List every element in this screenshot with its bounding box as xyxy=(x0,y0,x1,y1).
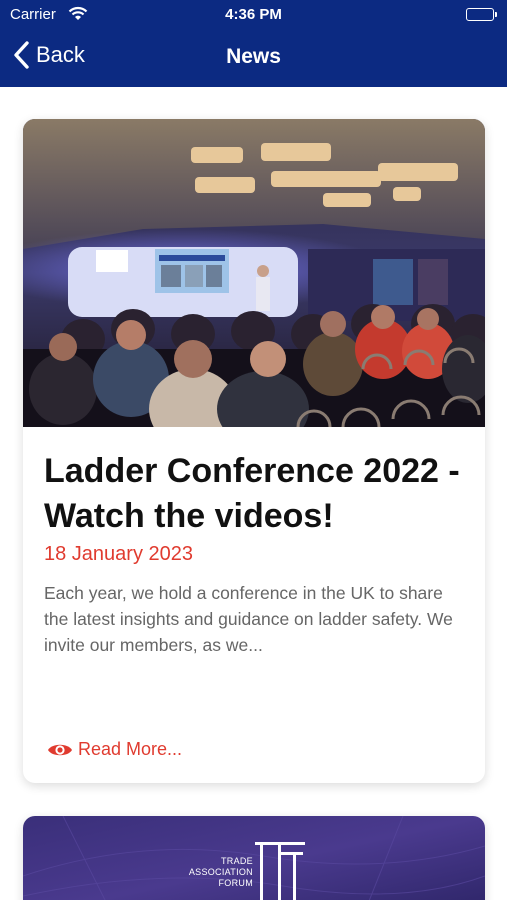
app-header: Carrier 4:36 PM Back News xyxy=(0,0,507,87)
read-more-link[interactable]: Read More... xyxy=(47,739,182,760)
logo-text-forum: FORUM xyxy=(219,878,254,888)
battery-icon xyxy=(466,8,497,21)
news-list[interactable]: Ladder Conference 2022 - Watch the video… xyxy=(0,87,507,900)
logo-text-association: ASSOCIATION xyxy=(189,867,253,877)
news-card[interactable]: Ladder Conference 2022 - Watch the video… xyxy=(23,119,485,783)
article-title: Ladder Conference 2022 - Watch the video… xyxy=(44,452,460,535)
article-image xyxy=(23,119,485,427)
article-excerpt: Each year, we hold a conference in the U… xyxy=(44,583,453,655)
status-bar: Carrier 4:36 PM xyxy=(0,0,507,30)
eye-icon xyxy=(48,744,72,755)
logo-text-trade: TRADE xyxy=(221,856,253,866)
page-title: News xyxy=(226,45,281,68)
article-image: TRADE ASSOCIATION FORUM xyxy=(23,816,485,900)
status-time: 4:36 PM xyxy=(225,6,282,23)
read-more-label: Read More... xyxy=(78,739,183,759)
article-date: 18 January 2023 xyxy=(44,543,194,565)
news-card[interactable]: TRADE ASSOCIATION FORUM xyxy=(23,816,485,900)
navigation-bar: Back News xyxy=(0,36,507,80)
